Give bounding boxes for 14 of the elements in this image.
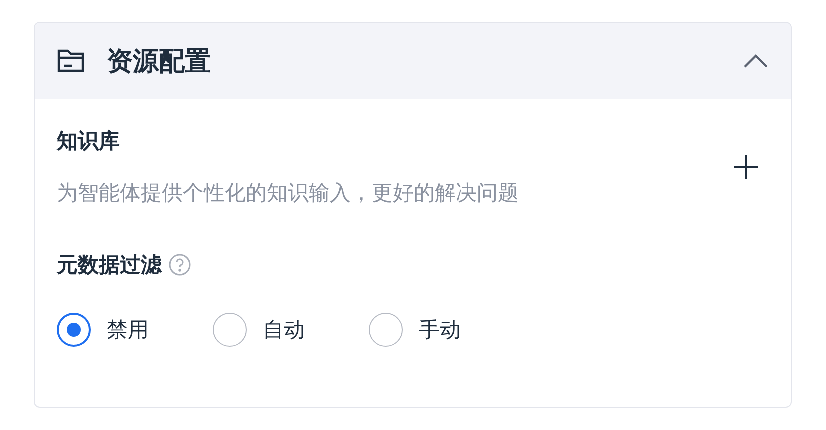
add-icon[interactable] [733, 154, 759, 180]
radio-label: 禁用 [107, 317, 149, 344]
radio-label: 手动 [419, 317, 461, 344]
folder-icon [57, 48, 85, 74]
knowledge-description: 为智能体提供个性化的知识输入，更好的解决问题 [57, 180, 519, 207]
radio-label: 自动 [263, 317, 305, 344]
metadata-filter-label: 元数据过滤 [57, 252, 162, 279]
collapse-chevron-icon[interactable] [743, 53, 769, 69]
knowledge-label: 知识库 [57, 128, 121, 155]
radio-button[interactable] [369, 313, 403, 347]
radio-button[interactable] [57, 313, 91, 347]
radio-button[interactable] [213, 313, 247, 347]
panel-title: 资源配置 [107, 46, 212, 78]
panel-header[interactable]: 资源配置 [35, 23, 791, 99]
